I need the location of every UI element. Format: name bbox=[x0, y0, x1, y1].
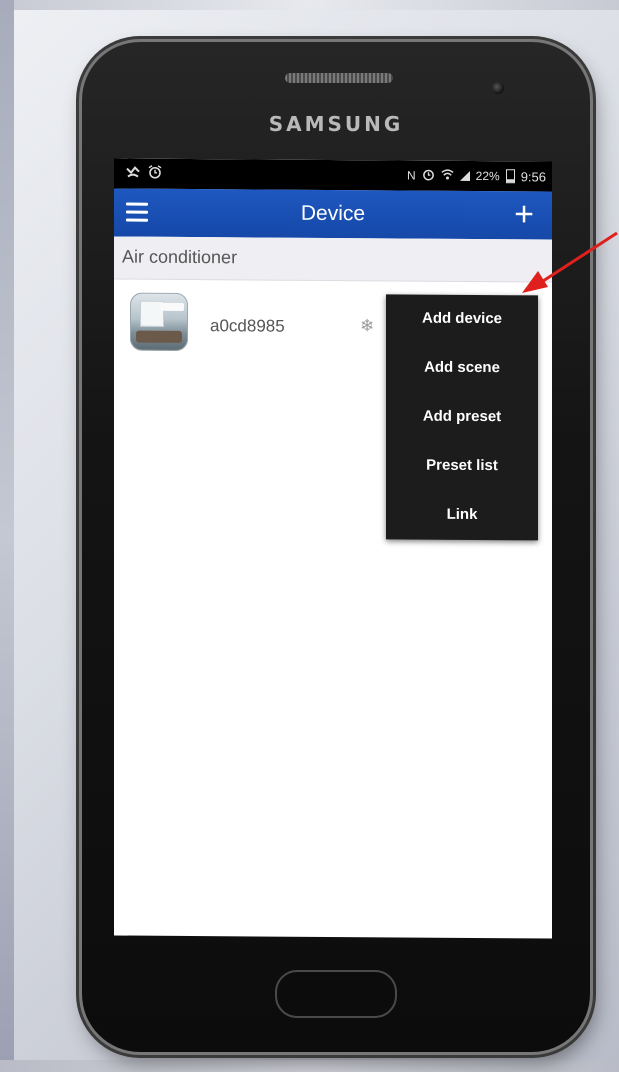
background-left-edge bbox=[0, 0, 14, 1072]
background-top-edge bbox=[0, 0, 619, 10]
status-left-icons bbox=[126, 165, 162, 182]
snowflake-icon: ❄ bbox=[360, 316, 375, 336]
nfc-icon: N bbox=[406, 168, 416, 183]
alarm-icon bbox=[422, 168, 435, 184]
page-title: Device bbox=[300, 201, 366, 226]
app-bar: Device + bbox=[114, 188, 552, 240]
status-time: 9:56 bbox=[520, 168, 546, 184]
phone-body: SAMSUNG N 22% 9:56 Device + Air conditio… bbox=[82, 42, 590, 1052]
phone-screen: N 22% 9:56 Device + Air conditioner a0cd… bbox=[114, 158, 552, 939]
background-bottom-edge bbox=[0, 1060, 619, 1072]
category-header: Air conditioner bbox=[114, 236, 552, 283]
alarm-icon bbox=[148, 165, 162, 182]
status-right-icons: N 22% 9:56 bbox=[407, 168, 546, 185]
red-arrow-annotation bbox=[522, 231, 618, 293]
menu-item-link[interactable]: Link bbox=[386, 490, 538, 539]
device-thumbnail bbox=[130, 292, 188, 351]
status-bar: N 22% 9:56 bbox=[114, 158, 552, 192]
wifi-icon bbox=[441, 168, 454, 184]
device-name: a0cd8985 bbox=[210, 316, 285, 336]
home-button[interactable] bbox=[275, 970, 397, 1018]
menu-item-preset-list[interactable]: Preset list bbox=[386, 441, 538, 490]
category-label: Air conditioner bbox=[122, 246, 238, 268]
missed-call-icon bbox=[126, 165, 140, 182]
front-camera bbox=[492, 82, 504, 94]
battery-icon bbox=[505, 169, 515, 184]
menu-item-add-preset[interactable]: Add preset bbox=[386, 392, 538, 441]
brand-logo: SAMSUNG bbox=[268, 112, 404, 136]
menu-item-add-scene[interactable]: Add scene bbox=[386, 343, 538, 392]
signal-icon bbox=[459, 170, 470, 181]
phone-speaker bbox=[285, 73, 393, 83]
battery-percent: 22% bbox=[475, 168, 500, 184]
popup-menu: Add device Add scene Add preset Preset l… bbox=[386, 294, 538, 541]
